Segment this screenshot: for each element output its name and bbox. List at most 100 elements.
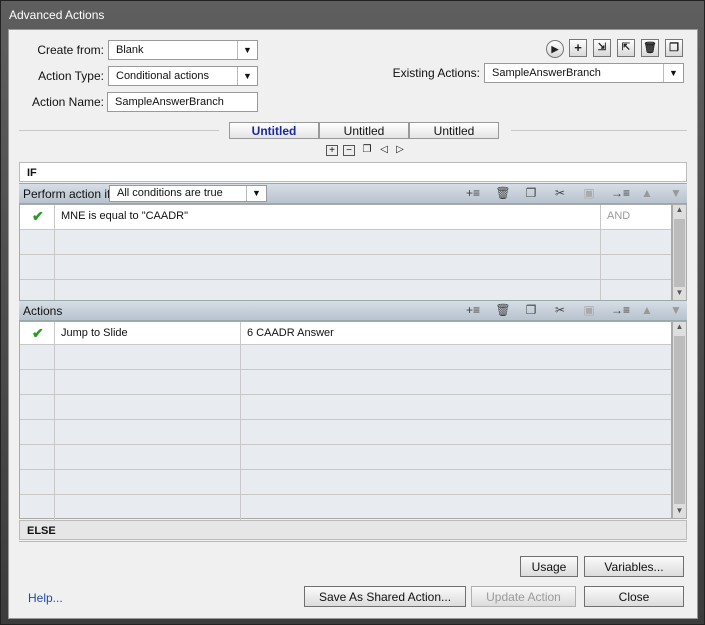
scroll-up-icon[interactable]: ▲ xyxy=(673,322,686,334)
perform-action-label: Perform action if: xyxy=(23,187,114,201)
action-cell xyxy=(55,420,241,444)
export-icon[interactable]: ⇱ xyxy=(617,39,635,57)
if-header: IF xyxy=(19,162,687,182)
copy-row-icon[interactable]: ❐ xyxy=(523,186,539,200)
create-from-value: Blank xyxy=(116,44,144,56)
insert-row-icon[interactable]: +≡ xyxy=(465,186,481,200)
tab-separator-left xyxy=(19,130,219,131)
else-divider xyxy=(19,540,687,542)
tab-untitled-2[interactable]: Untitled xyxy=(319,122,409,139)
copy-row-icon[interactable]: ❐ xyxy=(523,303,539,317)
close-button[interactable]: Close xyxy=(584,586,684,607)
delete-row-icon[interactable]: 🗑 xyxy=(495,303,511,317)
check-icon[interactable]: ✔ xyxy=(20,205,55,229)
existing-actions-dropdown[interactable]: SampleAnswerBranch ▼ xyxy=(484,63,684,83)
actions-grid: ✔ Jump to Slide 6 CAADR Answer xyxy=(19,321,672,520)
scroll-down-icon[interactable]: ▼ xyxy=(673,506,686,518)
cut-row-icon[interactable]: ✂ xyxy=(552,186,568,200)
scroll-thumb[interactable] xyxy=(674,336,685,504)
actions-scrollbar[interactable]: ▲ ▼ xyxy=(672,321,687,519)
existing-actions-label: Existing Actions: xyxy=(392,66,480,80)
action-cell xyxy=(55,370,241,394)
action-row[interactable]: ✔ Jump to Slide 6 CAADR Answer xyxy=(20,322,671,345)
scroll-up-icon[interactable]: ▲ xyxy=(673,205,686,217)
action-row[interactable] xyxy=(20,370,671,395)
action-name-cell[interactable]: Jump to Slide xyxy=(55,322,241,344)
advanced-actions-window: Advanced Actions Create from: Blank ▼ Ac… xyxy=(0,0,705,625)
import-icon[interactable]: ⇲ xyxy=(593,39,611,57)
condition-text[interactable]: MNE is equal to "CAADR" xyxy=(55,205,601,229)
create-from-label: Create from: xyxy=(37,43,104,57)
usage-button[interactable]: Usage xyxy=(520,556,578,577)
variables-button[interactable]: Variables... xyxy=(584,556,684,577)
copy-tab-icon[interactable]: ❐ xyxy=(361,145,373,156)
cut-row-icon[interactable]: ✂ xyxy=(552,303,568,317)
save-as-shared-action-button[interactable]: Save As Shared Action... xyxy=(304,586,466,607)
paste-row-icon[interactable]: ▣ xyxy=(581,303,597,317)
condition-operator[interactable]: AND xyxy=(601,205,673,229)
action-cell xyxy=(55,470,241,494)
action-cell xyxy=(20,495,55,520)
condition-cell xyxy=(55,255,601,279)
move-down-icon[interactable]: ▼ xyxy=(668,186,684,200)
insert-after-icon[interactable]: →≡ xyxy=(611,303,630,317)
chevron-down-icon: ▼ xyxy=(237,41,257,59)
action-row[interactable] xyxy=(20,470,671,495)
tab-separator-right xyxy=(511,130,687,131)
action-row[interactable] xyxy=(20,420,671,445)
condition-row[interactable]: ✔ MNE is equal to "CAADR" AND xyxy=(20,205,671,230)
condition-mode-dropdown[interactable]: All conditions are true ▼ xyxy=(109,185,267,202)
action-type-value: Conditional actions xyxy=(116,70,209,82)
duplicate-icon[interactable]: ❐ xyxy=(665,39,683,57)
action-type-dropdown[interactable]: Conditional actions ▼ xyxy=(108,66,258,86)
add-tab-icon[interactable]: + xyxy=(326,145,338,156)
add-icon[interactable]: + xyxy=(569,39,587,57)
paste-row-icon[interactable]: ▣ xyxy=(581,186,597,200)
action-cell xyxy=(20,395,55,419)
move-down-icon[interactable]: ▼ xyxy=(668,303,684,317)
update-action-button[interactable]: Update Action xyxy=(471,586,576,607)
help-link[interactable]: Help... xyxy=(28,591,63,605)
condition-row[interactable] xyxy=(20,255,671,280)
tab-untitled-3[interactable]: Untitled xyxy=(409,122,499,139)
existing-actions-value: SampleAnswerBranch xyxy=(492,67,601,79)
action-row[interactable] xyxy=(20,445,671,470)
action-cell xyxy=(20,470,55,494)
chevron-down-icon: ▼ xyxy=(663,64,683,82)
condition-cell xyxy=(20,255,55,279)
scroll-thumb[interactable] xyxy=(674,219,685,287)
action-row[interactable] xyxy=(20,495,671,520)
actions-header: Actions xyxy=(23,304,63,318)
check-icon[interactable]: ✔ xyxy=(20,322,55,344)
move-up-icon[interactable]: ▲ xyxy=(639,303,655,317)
remove-tab-icon[interactable]: − xyxy=(343,145,355,156)
chevron-down-icon: ▼ xyxy=(246,186,266,201)
next-tab-icon[interactable]: ▷ xyxy=(394,145,406,156)
create-from-dropdown[interactable]: Blank ▼ xyxy=(108,40,258,60)
move-up-icon[interactable]: ▲ xyxy=(639,186,655,200)
insert-after-icon[interactable]: →≡ xyxy=(611,186,630,200)
action-target-cell[interactable]: 6 CAADR Answer xyxy=(241,322,673,344)
action-cell xyxy=(20,420,55,444)
scroll-down-icon[interactable]: ▼ xyxy=(673,288,686,300)
previous-tab-icon[interactable]: ◁ xyxy=(378,145,390,156)
action-cell xyxy=(55,345,241,369)
condition-row[interactable] xyxy=(20,230,671,255)
tab-label: Untitled xyxy=(251,124,297,138)
condition-mode-value: All conditions are true xyxy=(117,187,223,199)
delete-icon[interactable]: 🗑 xyxy=(641,39,659,57)
play-icon[interactable]: ▶ xyxy=(546,40,564,58)
action-row[interactable] xyxy=(20,345,671,370)
tab-untitled-1[interactable]: Untitled xyxy=(229,122,319,139)
else-header[interactable]: ELSE xyxy=(19,520,687,540)
action-row[interactable] xyxy=(20,395,671,420)
action-cell xyxy=(55,395,241,419)
action-cell xyxy=(20,445,55,469)
conditions-grid: ✔ MNE is equal to "CAADR" AND xyxy=(19,204,672,305)
insert-row-icon[interactable]: +≡ xyxy=(465,303,481,317)
delete-row-icon[interactable]: 🗑 xyxy=(495,186,511,200)
conditions-scrollbar[interactable]: ▲ ▼ xyxy=(672,204,687,301)
action-name-field[interactable]: SampleAnswerBranch xyxy=(107,92,258,112)
condition-cell xyxy=(55,230,601,254)
tab-label: Untitled xyxy=(343,124,385,138)
